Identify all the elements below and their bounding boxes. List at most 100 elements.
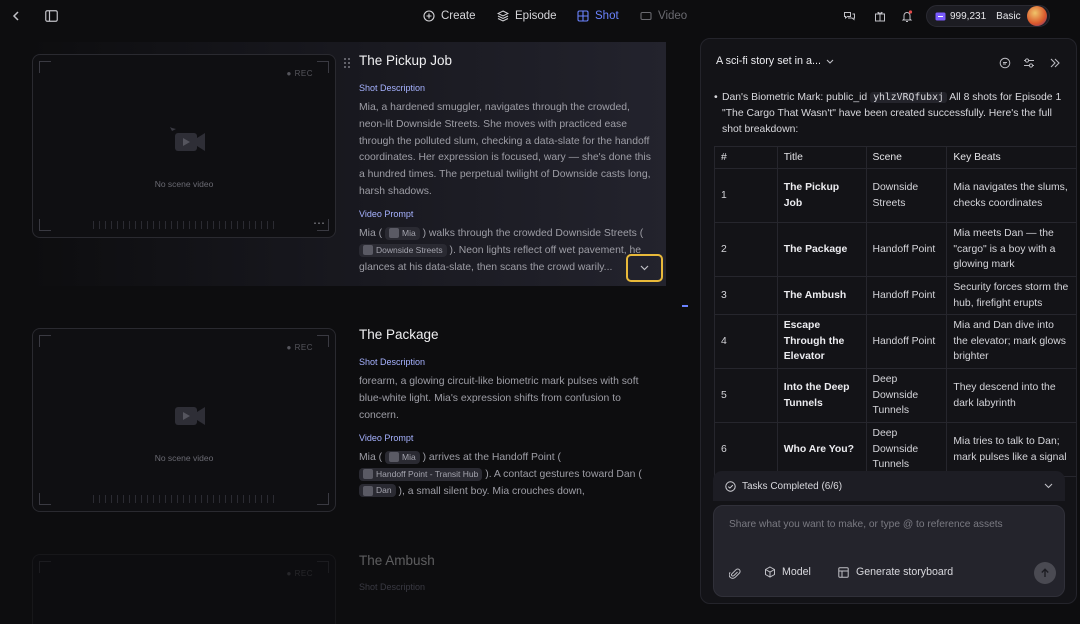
sidebar-toggle-icon[interactable] <box>43 8 59 24</box>
shot-description-label: Shot Description <box>359 582 426 592</box>
shot-card: ● REC No scene video ⋯ The Pickup Job Sh… <box>30 42 666 286</box>
gift-icon[interactable] <box>872 8 888 24</box>
table-cell: The Ambush <box>776 276 867 315</box>
table-cell: The Package <box>776 222 867 277</box>
shot-description: forearm, a glowing circuit-like biometri… <box>359 376 639 421</box>
table-cell: Security forces storm the hub, firefight… <box>946 276 1076 315</box>
conversation-title-dropdown[interactable]: A sci-fi story set in a... <box>716 55 834 67</box>
table-cell: Handoff Point <box>865 222 948 277</box>
generate-storyboard-label: Generate storyboard <box>856 566 954 578</box>
video-placeholder: ● REC No scene video ⋯ <box>32 54 336 238</box>
table-header: Title <box>776 146 867 169</box>
plus-circle-icon <box>423 10 435 22</box>
table-cell: 6 <box>714 422 778 477</box>
video-prompt-label: Video Prompt <box>359 209 414 219</box>
table-cell: Mia navigates the slums, checks coordina… <box>946 168 1076 223</box>
expand-button[interactable] <box>626 254 663 282</box>
table-header-row: # Title Scene Key Beats <box>714 146 1076 169</box>
table-row: 3 The Ambush Handoff Point Security forc… <box>714 276 1076 315</box>
send-button[interactable] <box>1034 562 1056 584</box>
scene-chip[interactable]: Handoff Point - Transit Hub <box>359 467 483 481</box>
check-circle-icon <box>725 480 736 492</box>
nav-shot-label: Shot <box>595 10 619 22</box>
character-chip[interactable]: Mia <box>384 226 420 240</box>
back-icon[interactable] <box>8 8 24 24</box>
plan-label: Basic <box>996 10 1021 22</box>
table-cell: 1 <box>714 168 778 223</box>
nav-episode-label: Episode <box>515 10 557 22</box>
generate-storyboard-button[interactable]: Generate storyboard <box>838 566 953 578</box>
model-label: Model <box>782 566 811 578</box>
table-header: Scene <box>865 146 948 169</box>
assistant-message: • Dan's Biometric Mark: public_id yhlzVR… <box>714 92 1062 135</box>
table-cell: The Pickup Job <box>776 168 867 223</box>
nav-video[interactable]: Video <box>640 8 687 24</box>
table-cell: They descend into the dark labyrinth <box>946 368 1076 423</box>
cube-icon <box>765 566 775 578</box>
arrow-up-icon <box>1041 568 1049 577</box>
scene-chip[interactable]: Downside Streets <box>359 243 447 257</box>
shot-description-label: Shot Description <box>359 357 426 367</box>
character-chip[interactable]: Mia <box>384 450 420 464</box>
message-composer: Share what you want to make, or type @ t… <box>713 505 1065 597</box>
table-cell: Escape Through the Elevator <box>776 314 867 369</box>
tasks-status-text: Tasks Completed (6/6) <box>742 480 843 492</box>
rec-indicator: ● REC <box>286 69 313 78</box>
table-cell: Handoff Point <box>865 314 948 369</box>
nav-shot[interactable]: Shot <box>577 8 619 24</box>
table-cell: 5 <box>714 368 778 423</box>
shot-title: The Ambush <box>359 553 435 568</box>
shot-title: The Package <box>359 327 439 342</box>
shot-card: ● REC The Ambush Shot Description <box>30 542 666 624</box>
settings-sliders-icon[interactable] <box>1023 56 1035 74</box>
grid-icon <box>577 10 589 22</box>
drag-handle-icon[interactable] <box>343 56 351 68</box>
nav-create[interactable]: Create <box>423 8 476 24</box>
avatar[interactable] <box>1027 6 1047 26</box>
table-row: 1 The Pickup Job Downside Streets Mia na… <box>714 168 1076 223</box>
public-id-code: yhlzVRQfubxj <box>870 92 947 103</box>
table-row: 6 Who Are You? Deep Downside Tunnels Mia… <box>714 422 1076 477</box>
collapse-panel-icon[interactable] <box>1049 56 1061 74</box>
credits-count: 999,231 <box>950 10 987 22</box>
table-cell: Downside Streets <box>865 168 948 223</box>
table-cell: 4 <box>714 314 778 369</box>
chevron-down-icon[interactable] <box>1044 483 1053 489</box>
chevron-down-icon <box>640 265 649 271</box>
attach-icon[interactable] <box>728 567 741 585</box>
model-button[interactable]: Model <box>764 566 811 578</box>
nav-episode[interactable]: Episode <box>497 8 557 24</box>
rec-indicator: ● REC <box>286 569 313 578</box>
table-cell: Deep Downside Tunnels <box>865 368 948 423</box>
character-chip[interactable]: Dan <box>359 484 396 498</box>
table-cell: Mia tries to talk to Dan; mark pulses li… <box>946 422 1076 477</box>
bell-icon[interactable] <box>899 8 915 24</box>
chat-icon[interactable] <box>841 8 857 24</box>
layers-icon <box>497 10 509 22</box>
video-placeholder: ● REC <box>32 554 336 624</box>
nav-video-label: Video <box>658 10 688 22</box>
no-video-text: No scene video <box>154 179 214 189</box>
table-row: 4 Escape Through the Elevator Handoff Po… <box>714 314 1076 369</box>
shot-breakdown-table: # Title Scene Key Beats 1 The Pickup Job… <box>714 146 1076 477</box>
table-header: Key Beats <box>946 146 1076 169</box>
coin-icon <box>935 12 946 20</box>
table-cell: 3 <box>714 276 778 315</box>
tasks-status-bar[interactable]: Tasks Completed (6/6) <box>713 471 1065 501</box>
table-cell: Into the Deep Tunnels <box>776 368 867 423</box>
video-placeholder: ● REC No scene video <box>32 328 336 512</box>
no-video-text: No scene video <box>154 453 214 463</box>
table-cell: 2 <box>714 222 778 277</box>
more-icon[interactable]: ⋯ <box>313 217 325 229</box>
video-prompt-label: Video Prompt <box>359 433 414 443</box>
top-bar: Create Episode Shot Video 999,231 Basic <box>0 0 1080 32</box>
table-cell: Who Are You? <box>776 422 867 477</box>
message-input[interactable]: Share what you want to make, or type @ t… <box>729 519 1049 530</box>
video-camera-icon <box>170 127 205 151</box>
table-cell: Handoff Point <box>865 276 948 315</box>
history-icon[interactable] <box>999 56 1011 74</box>
conversation-title: A sci-fi story set in a... <box>716 55 822 67</box>
shot-description-label: Shot Description <box>359 83 426 93</box>
scroll-marker <box>682 305 688 307</box>
video-prompt: Mia ( Mia ) arrives at the Handoff Point… <box>359 450 642 498</box>
